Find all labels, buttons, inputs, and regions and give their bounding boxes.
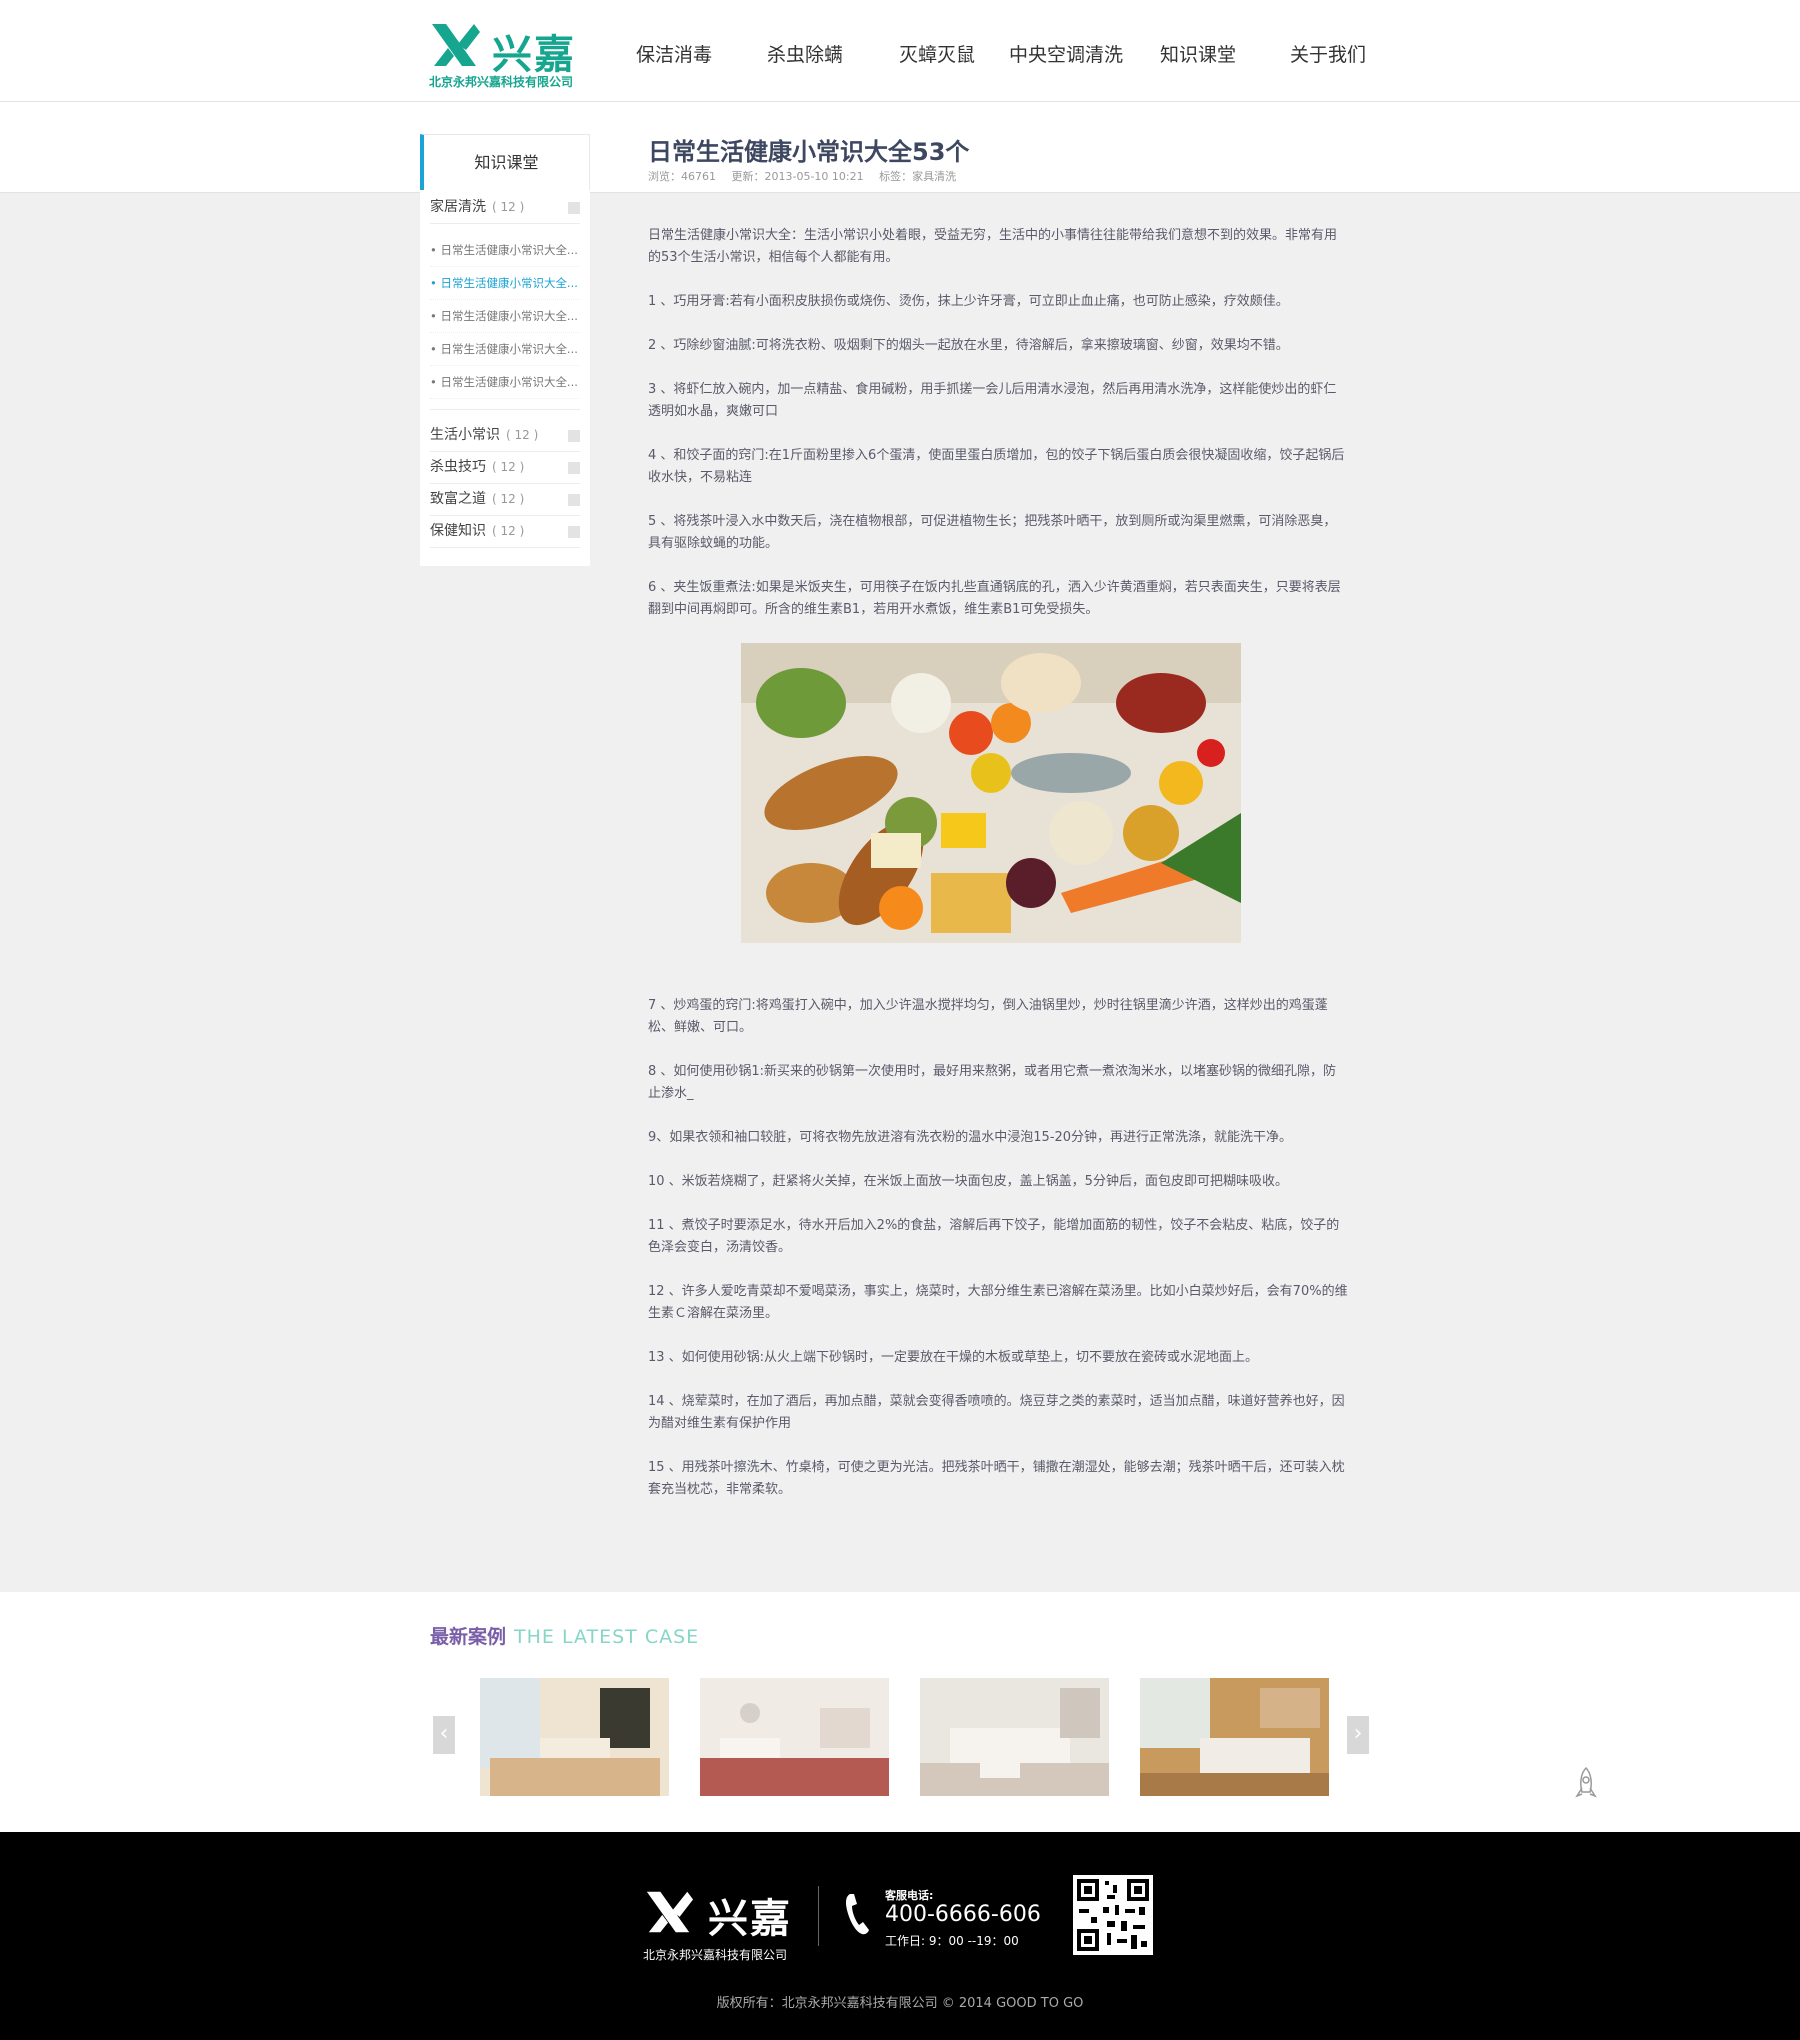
logo-text: 兴嘉 — [492, 32, 576, 78]
article-paragraph: 8 、如何使用砂锅1:新买来的砂锅第一次使用时，最好用来熬粥，或者用它煮一煮浓淘… — [648, 1064, 1337, 1101]
sidebar-category-label: 家居清洗 — [430, 199, 486, 215]
sidebar-category-count: ( 12 ) — [492, 492, 525, 506]
sidebar-category-label: 致富之道 — [430, 491, 486, 507]
food-photo — [741, 643, 1241, 943]
article-paragraph: 6 、夹生饭重煮法:如果是米饭夹生，可用筷子在饭内扎些直通锅底的孔，洒入少许黄酒… — [648, 580, 1341, 617]
sidebar-category-life-tips[interactable]: 生活小常识 ( 12 ) — [430, 420, 580, 452]
article-views: 浏览：46761 — [648, 170, 716, 183]
case-next-button[interactable]: › — [1347, 1716, 1369, 1754]
sidebar-category-label: 生活小常识 — [430, 427, 500, 443]
sidebar-category-wealth[interactable]: 致富之道 ( 12 ) — [430, 484, 580, 516]
nav-item-about-us[interactable]: 关于我们 — [1290, 40, 1366, 67]
footer-service-label: 客服电话: — [885, 1889, 934, 1902]
nav-item-ac-cleaning[interactable]: 中央空调清洗 — [1009, 40, 1123, 67]
chevron-left-icon: ‹ — [439, 1721, 449, 1746]
latest-case-title: 最新案例 THE LATEST CASE — [430, 1622, 699, 1649]
sidebar-category-home-cleaning[interactable]: 家居清洗 ( 12 ) — [430, 192, 580, 224]
nav-item-pest-control[interactable]: 杀虫除螨 — [767, 40, 843, 67]
article-paragraph: 12 、许多人爱吃青菜却不爱喝菜汤，事实上，烧菜时，大部分维生素已溶解在菜汤里。… — [648, 1284, 1348, 1321]
sidebar-category-label: 杀虫技巧 — [430, 459, 486, 475]
article-paragraph: 7 、炒鸡蛋的窍门:将鸡蛋打入碗中，加入少许温水搅拌均匀，倒入油锅里炒，炒时往锅… — [648, 998, 1328, 1035]
brand-x-icon — [432, 24, 480, 66]
article-paragraph: 10 、米饭若烧糊了，赶紧将火关掉，在米饭上面放一块面包皮，盖上锅盖，5分钟后，… — [648, 1174, 1288, 1189]
sidebar-category-count: ( 12 ) — [506, 428, 539, 442]
article-paragraph: 5 、将残茶叶浸入水中数天后，浇在植物根部，可促进植物生长；把残茶叶晒干，放到厕… — [648, 514, 1337, 551]
sidebar-category-label: 保健知识 — [430, 523, 486, 539]
expand-icon[interactable] — [568, 494, 580, 506]
sidebar-category-count: ( 12 ) — [492, 200, 525, 214]
nav-item-rodent-control[interactable]: 灭蟑灭鼠 — [899, 40, 975, 67]
article-body: 日常生活健康小常识大全：生活小常识小处着眼，受益无穷，生活中的小事情往往能带给我… — [648, 225, 1348, 1523]
case-thumb[interactable] — [1140, 1678, 1329, 1796]
back-to-top-rocket-icon[interactable] — [1574, 1766, 1598, 1802]
sidebar-sub-list: • 日常生活健康小常识大全... • 日常生活健康小常识大全... • 日常生活… — [430, 224, 580, 410]
copyright: 版权所有：北京永邦兴嘉科技有限公司 © 2014 GOOD TO GO — [716, 1996, 1084, 2011]
image-spacer — [648, 943, 1348, 995]
expand-icon[interactable] — [568, 430, 580, 442]
expand-icon[interactable] — [568, 462, 580, 474]
sidebar-sub-item[interactable]: • 日常生活健康小常识大全... — [430, 300, 580, 333]
sidebar-title: 知识课堂 — [420, 134, 590, 190]
sidebar-category-health[interactable]: 保健知识 ( 12 ) — [430, 516, 580, 548]
footer-brand-x-icon — [646, 1891, 694, 1933]
sidebar: 家居清洗 ( 12 ) • 日常生活健康小常识大全... • 日常生活健康小常识大… — [420, 192, 590, 566]
article-meta: 浏览：46761 更新：2013-05-10 10:21 标签：家具清洗 — [648, 168, 968, 184]
sidebar-category-count: ( 12 ) — [492, 524, 525, 538]
article-title: 日常生活健康小常识大全53个 — [648, 138, 970, 166]
article-paragraph: 13 、如何使用砂锅:从火上端下砂锅时，一定要放在干燥的木板或草垫上，切不要放在… — [648, 1350, 1259, 1365]
case-thumb[interactable] — [700, 1678, 889, 1796]
article-paragraph: 4 、和饺子面的窍门:在1斤面粉里掺入6个蛋清，使面里蛋白质增加，包的饺子下锅后… — [648, 448, 1345, 485]
footer-logo-text: 兴嘉 — [708, 1896, 792, 1942]
sidebar-sub-item[interactable]: • 日常生活健康小常识大全... — [430, 366, 580, 399]
logo-subtitle: 北京永邦兴嘉科技有限公司 — [429, 75, 574, 89]
footer-work-hours: 工作日: 9：00 --19：00 — [885, 1934, 1019, 1948]
sidebar-category-pest-tips[interactable]: 杀虫技巧 ( 12 ) — [430, 452, 580, 484]
article-paragraph: 11 、煮饺子时要添足水，待水开后加入2%的食盐，溶解后再下饺子，能增加面筋的韧… — [648, 1218, 1340, 1255]
case-thumb[interactable] — [480, 1678, 669, 1796]
latest-case-title-cn: 最新案例 — [430, 1626, 507, 1648]
site-header: 兴嘉 北京永邦兴嘉科技有限公司 保洁消毒 杀虫除螨 灭蟑灭鼠 中央空调清洗 知识… — [0, 0, 1800, 102]
nav-item-cleaning[interactable]: 保洁消毒 — [636, 40, 712, 67]
article-paragraph: 1 、巧用牙膏:若有小面积皮肤损伤或烧伤、烫伤，抹上少许牙膏，可立即止血止痛，也… — [648, 294, 1289, 309]
chevron-right-icon: › — [1353, 1721, 1363, 1746]
expand-icon[interactable] — [568, 526, 580, 538]
case-prev-button[interactable]: ‹ — [433, 1716, 455, 1754]
article-paragraph: 14 、烧荤菜时，在加了酒后，再加点醋，菜就会变得香喷喷的。烧豆芽之类的素菜时，… — [648, 1394, 1345, 1431]
collapse-icon[interactable] — [568, 202, 580, 214]
sidebar-sub-item[interactable]: • 日常生活健康小常识大全... — [430, 333, 580, 366]
article-intro: 日常生活健康小常识大全：生活小常识小处着眼，受益无穷，生活中的小事情往往能带给我… — [648, 228, 1338, 265]
footer-divider — [818, 1886, 819, 1946]
article-paragraph: 3 、将虾仁放入碗内，加一点精盐、食用碱粉，用手抓搓一会儿后用清水浸泡，然后再用… — [648, 382, 1337, 419]
article-updated: 更新：2013-05-10 10:21 — [731, 170, 864, 183]
phone-icon — [846, 1894, 869, 1935]
case-thumb[interactable] — [920, 1678, 1109, 1796]
sidebar-sub-item[interactable]: • 日常生活健康小常识大全... — [430, 234, 580, 267]
article-paragraph: 9、如果衣领和袖口较脏，可将衣物先放进溶有洗衣粉的温水中浸泡15-20分钟，再进… — [648, 1130, 1293, 1145]
article-paragraph: 15 、用残茶叶擦洗木、竹桌椅，可使之更为光洁。把残茶叶晒干，铺撒在潮湿处，能够… — [648, 1460, 1345, 1497]
article-tags[interactable]: 标签：家具清洗 — [879, 170, 956, 183]
latest-case-title-en: THE LATEST CASE — [514, 1626, 700, 1648]
footer-logo-subtitle: 北京永邦兴嘉科技有限公司 — [643, 1948, 788, 1962]
nav-item-knowledge[interactable]: 知识课堂 — [1160, 40, 1236, 67]
sidebar-sub-item-active[interactable]: • 日常生活健康小常识大全... — [430, 267, 580, 300]
article-paragraph: 2 、巧除纱窗油腻:可将洗衣粉、吸烟剩下的烟头一起放在水里，待溶解后，拿来擦玻璃… — [648, 338, 1289, 353]
footer-phone-number[interactable]: 400-6666-606 — [885, 1902, 1041, 1927]
latest-case-section: 最新案例 THE LATEST CASE ‹ › — [0, 1592, 1800, 1832]
sidebar-category-count: ( 12 ) — [492, 460, 525, 474]
site-logo[interactable]: 兴嘉 北京永邦兴嘉科技有限公司 — [428, 18, 588, 90]
site-footer: 兴嘉 北京永邦兴嘉科技有限公司 客服电话: 400-6666-606 工作日: … — [0, 1832, 1800, 2040]
qr-code-icon — [1073, 1875, 1153, 1955]
